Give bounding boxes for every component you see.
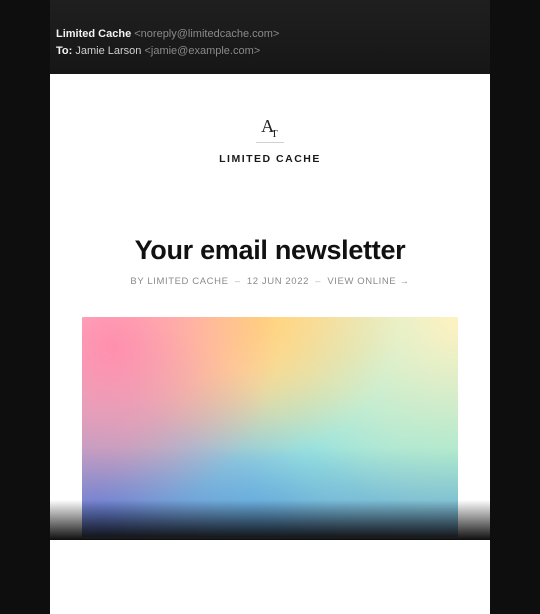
meta-separator-2: – <box>315 276 321 287</box>
publication-logo: AT LIMITED CACHE <box>219 116 321 165</box>
logo-underline <box>256 142 284 143</box>
from-line: Limited Cache <noreply@limitedcache.com> <box>56 26 484 43</box>
email-envelope-header: Limited Cache <noreply@limitedcache.com>… <box>50 0 490 74</box>
view-online-link[interactable]: VIEW ONLINE → <box>327 276 409 287</box>
from-address: <noreply@limitedcache.com> <box>134 28 279 40</box>
article-date: 12 JUN 2022 <box>247 276 309 287</box>
email-preview-frame: Limited Cache <noreply@limitedcache.com>… <box>50 0 490 540</box>
article-meta: BY LIMITED CACHE – 12 JUN 2022 – VIEW ON… <box>130 276 409 287</box>
byline-name: LIMITED CACHE <box>147 276 228 287</box>
logo-glyph-sub: T <box>271 128 279 140</box>
view-online-label: VIEW ONLINE <box>327 276 396 287</box>
to-line: To: Jamie Larson <jamie@example.com> <box>56 43 484 60</box>
byline-prefix: BY <box>130 276 144 287</box>
from-name: Limited Cache <box>56 28 131 40</box>
email-body: AT LIMITED CACHE Your email newsletter B… <box>50 74 490 614</box>
logo-mark-icon: AT <box>261 116 279 140</box>
to-label: To: <box>56 45 72 57</box>
to-name: Jamie Larson <box>75 45 141 57</box>
article-headline: Your email newsletter <box>135 235 406 266</box>
arrow-right-icon: → <box>400 276 410 287</box>
hero-image <box>82 317 458 537</box>
publication-name: LIMITED CACHE <box>219 153 321 165</box>
meta-separator-1: – <box>235 276 241 287</box>
to-address: <jamie@example.com> <box>144 45 260 57</box>
